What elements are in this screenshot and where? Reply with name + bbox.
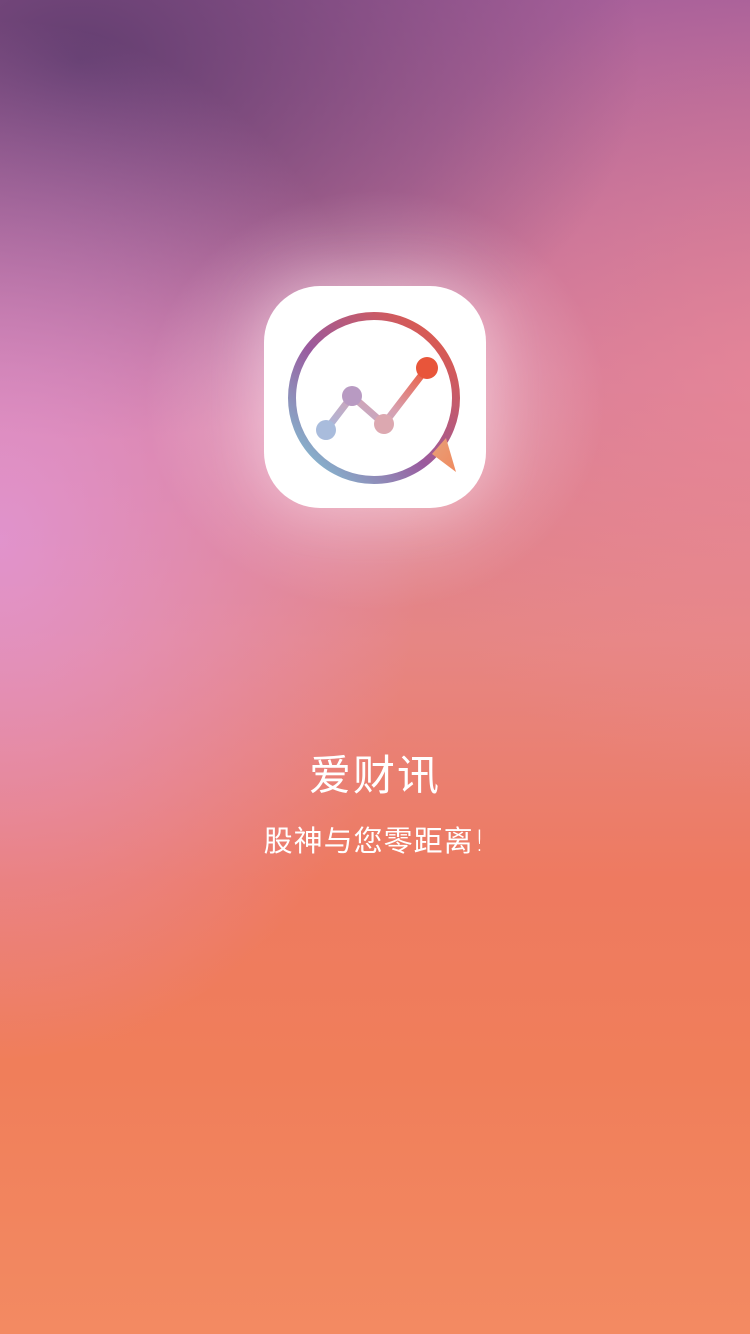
trend-point xyxy=(416,357,438,379)
splash-screen: 爱财讯 股神与您零距离! xyxy=(0,0,750,1334)
tagline: 股神与您零距离! xyxy=(263,824,487,858)
trend-chat-bubble-icon xyxy=(288,312,460,484)
trend-point xyxy=(374,414,394,434)
ring-shape xyxy=(288,312,460,484)
app-logo xyxy=(264,286,486,508)
app-name: 爱财讯 xyxy=(308,751,441,800)
trend-point xyxy=(316,420,336,440)
bubble-tail-shape xyxy=(432,438,456,472)
trend-point xyxy=(342,386,362,406)
